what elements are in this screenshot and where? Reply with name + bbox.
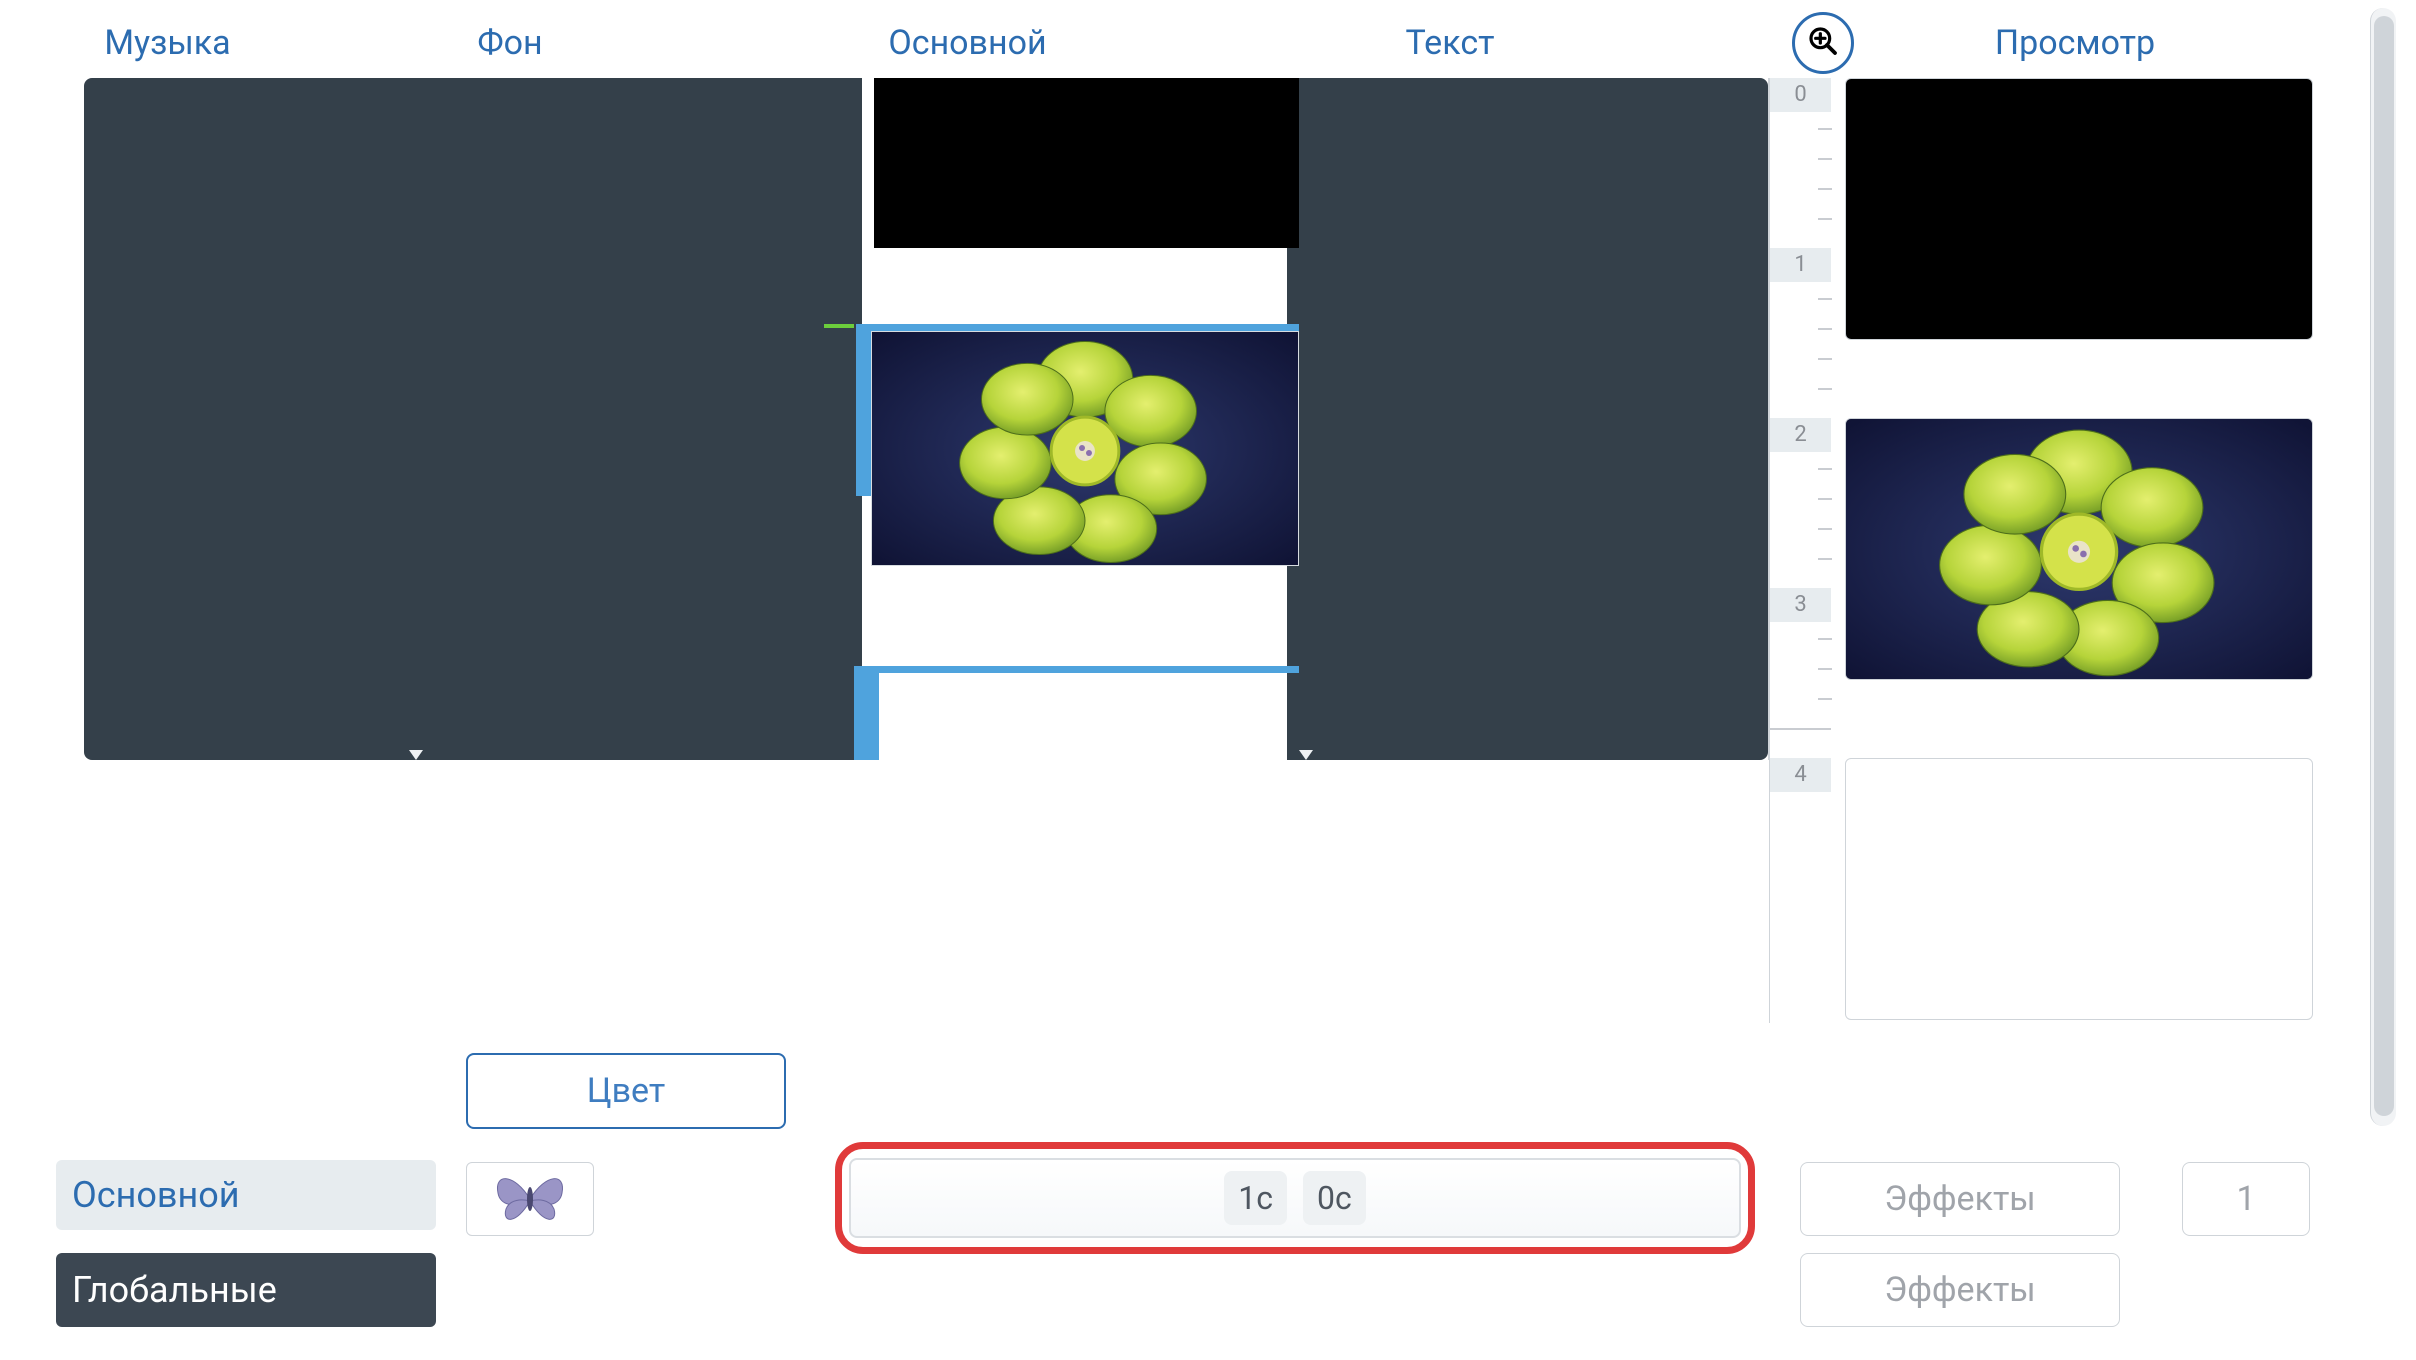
ruler-label-4: 4 [1770, 758, 1831, 792]
scrollbar-thumb[interactable] [2374, 16, 2394, 1116]
thumb-3[interactable] [1845, 758, 2313, 1020]
effects-button-1[interactable]: Эффекты [1800, 1162, 2120, 1236]
plant-image [872, 332, 1298, 565]
vertical-scrollbar[interactable] [2370, 8, 2396, 1126]
layer-global-button[interactable]: Глобальные [56, 1253, 436, 1327]
ruler-label-3: 3 [1770, 588, 1831, 622]
tab-background[interactable]: Фон [340, 14, 680, 72]
time-ruler: 0 1 2 3 4 [1769, 78, 1831, 1023]
slide-divider-low [854, 666, 1299, 673]
canvas-expand-left-icon[interactable] [409, 750, 423, 760]
zoom-in-icon [1807, 25, 1839, 61]
slide-1-black[interactable] [874, 78, 1299, 248]
ruler-label-0: 0 [1770, 78, 1831, 112]
canvas-band-left [84, 78, 862, 760]
time-in-chip[interactable]: 1с [1224, 1171, 1287, 1225]
slide-divider-mid [856, 324, 1299, 331]
tab-main[interactable]: Основной [765, 14, 1170, 72]
tab-music[interactable]: Музыка [0, 14, 335, 72]
thumb-2[interactable] [1845, 418, 2313, 680]
canvas-area [84, 78, 1769, 760]
ruler-label-1: 1 [1770, 248, 1831, 282]
effect-thumb-butterfly[interactable] [466, 1162, 594, 1236]
color-button[interactable]: Цвет [466, 1053, 786, 1129]
top-tabs: Музыка Фон Основной Текст Просмотр [0, 14, 2416, 72]
effects-count: 1 [2182, 1162, 2310, 1236]
tab-preview[interactable]: Просмотр [1815, 14, 2335, 72]
time-out-chip[interactable]: 0с [1303, 1171, 1366, 1225]
ruler-label-2: 2 [1770, 418, 1831, 452]
thumb-1[interactable] [1845, 78, 2313, 340]
plant-image-thumb [1846, 419, 2312, 679]
slide-marker [824, 324, 854, 328]
slide-handle-2[interactable] [854, 666, 879, 760]
layer-main-button[interactable]: Основной [56, 1160, 436, 1230]
butterfly-icon [492, 1169, 568, 1229]
zoom-in-button[interactable] [1792, 12, 1854, 74]
slide-2-plant[interactable] [871, 331, 1299, 566]
effects-button-2[interactable]: Эффекты [1800, 1253, 2120, 1327]
transition-time-control[interactable]: 1с 0с [849, 1158, 1741, 1238]
canvas-expand-right-icon[interactable] [1299, 750, 1313, 760]
tab-text[interactable]: Текст [1265, 14, 1635, 72]
canvas-band-right [1286, 78, 1768, 760]
transition-time-highlight: 1с 0с [835, 1142, 1755, 1254]
